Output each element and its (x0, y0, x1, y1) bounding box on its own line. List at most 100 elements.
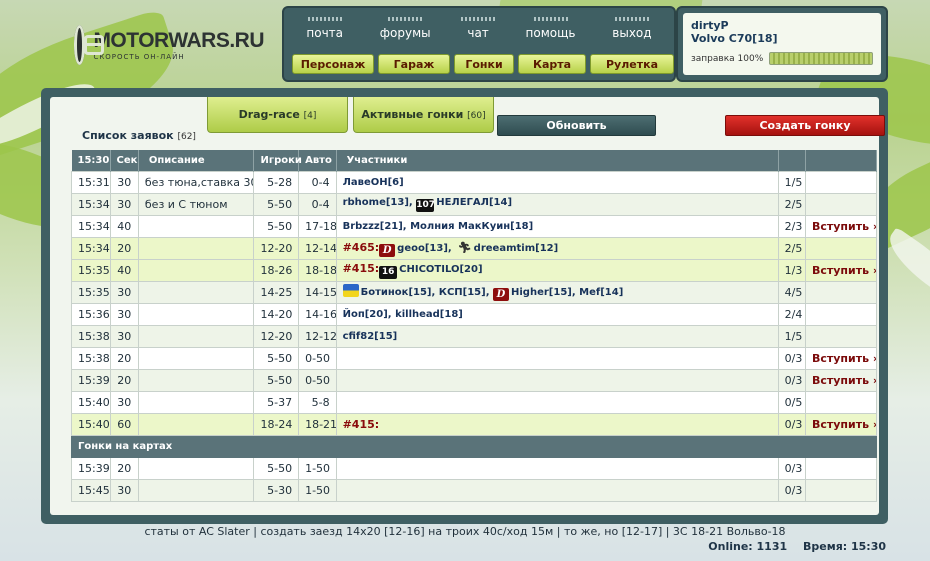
row-participants[interactable]: #465: Dgeoo[13], 🏃︎ dreeamtim[12] (335, 237, 779, 260)
row-time: 15:36 (71, 303, 111, 326)
refresh-button[interactable]: Обновить (497, 115, 656, 136)
participant-names[interactable]: ЛавеОН[6] (343, 177, 404, 188)
participant-names[interactable]: НЕЛЕГАЛ[14] (436, 197, 512, 208)
nav-forums[interactable]: форумы (380, 17, 431, 40)
online-count: Online: 1131 (708, 540, 788, 553)
row-seconds: 30 (109, 325, 139, 348)
row-time: 15:34 (71, 193, 111, 216)
row-time: 15:34 (71, 215, 111, 238)
row-description (137, 259, 255, 282)
user-name[interactable]: dirtyP (691, 19, 873, 32)
nav-help[interactable]: помощь (526, 17, 576, 40)
row-desc (137, 457, 255, 480)
join-link[interactable]: Вступить » (812, 418, 876, 431)
participant-names[interactable]: cfif82[15] (343, 331, 398, 342)
row-players-range: 5-50 (253, 347, 300, 370)
table-row: 15:39 20 5-50 0-50 0/3 Вступить » (71, 369, 878, 392)
join-link[interactable]: Вступить » (812, 374, 876, 387)
row-description (137, 413, 255, 436)
nav-races-button[interactable]: Гонки (454, 54, 514, 74)
section-header-map-races: Гонки на картах (71, 435, 877, 458)
row-auto-range: 0-4 (298, 193, 337, 216)
table-row: 15:39 20 5-50 1-50 0/3 (71, 457, 878, 480)
participant-names[interactable]: rbhome[13], (343, 197, 413, 208)
clan-badge-icon: D (493, 288, 509, 301)
join-link[interactable]: Вступить » (812, 264, 876, 277)
site-logo[interactable]: MOTORWARS.RU скорость он-лайн (74, 22, 264, 68)
nav-map-button[interactable]: Карта (518, 54, 586, 74)
row-players-range: 18-26 (253, 259, 300, 282)
section-title: Гонки на картах (71, 435, 877, 458)
row-join-cell (804, 457, 878, 480)
table-row: 15:34 40 5-50 17-18 Brbzzz[21], Молния МакКу… (71, 215, 878, 238)
nav-chat[interactable]: чат (460, 17, 496, 40)
row-auto-range: 18-18 (298, 259, 337, 282)
participant-names[interactable]: Higher[15], Mef[14] (511, 287, 623, 298)
join-link[interactable]: Вступить » (812, 220, 876, 233)
race-number[interactable]: #415: (343, 262, 380, 275)
race-table: 15:30 Сек Описание Игроки Авто Участники… (71, 150, 878, 502)
row-time: 15:45 (71, 479, 111, 502)
tab-active-races[interactable]: Активные гонки [60] (353, 97, 494, 133)
row-players-range: 12-20 (253, 325, 300, 348)
nav-roulette-button[interactable]: Рулетка (590, 54, 674, 74)
row-join-cell (804, 193, 878, 216)
participant-names[interactable]: Brbzzz[21], Молния МакКуин[18] (343, 221, 534, 232)
participant-names[interactable]: dreeamtim[12] (474, 243, 559, 254)
nav-garage-button[interactable]: Гараж (378, 54, 450, 74)
row-participants[interactable] (335, 369, 779, 392)
row-description (137, 325, 255, 348)
participant-names[interactable]: Ботинок[15], КСП[15], (361, 287, 490, 298)
clan-badge-icon: 16 (379, 266, 398, 279)
row-join-cell: Вступить » (804, 215, 878, 238)
row-time: 15:39 (71, 457, 111, 480)
row-time: 15:35 (71, 281, 111, 304)
row-join-cell (804, 237, 878, 260)
row-join-cell (804, 325, 878, 348)
row-participants[interactable]: #415: (335, 413, 779, 436)
nav-mail[interactable]: почта (306, 17, 343, 40)
row-participants[interactable]: cfif82[15] (335, 325, 779, 348)
row-description: без тюна,ставка 300 (137, 171, 255, 194)
row-count: 1/5 (777, 171, 806, 194)
row-count: 0/5 (777, 391, 806, 414)
row-description (137, 347, 255, 370)
row-participants[interactable] (335, 347, 779, 370)
table-row: 15:45 30 5-30 1-50 0/3 (71, 479, 878, 502)
tab-drag-race[interactable]: Drag-race [4] (207, 97, 348, 133)
row-participants[interactable]: ЛавеОН[6] (335, 171, 779, 194)
table-row: 15:38 30 12-20 12-12 cfif82[15] 1/5 (71, 325, 878, 348)
fuel-bar (769, 52, 873, 65)
row-participants[interactable] (335, 391, 779, 414)
join-link[interactable]: Вступить » (812, 352, 876, 365)
row-description (137, 391, 255, 414)
row-time: 15:35 (71, 259, 111, 282)
row-seconds: 30 (109, 281, 139, 304)
race-number[interactable]: #465: (343, 241, 380, 254)
race-number[interactable]: #415: (343, 418, 380, 431)
row-participants[interactable]: Brbzzz[21], Молния МакКуин[18] (335, 215, 779, 238)
row-seconds: 60 (109, 413, 139, 436)
participant-names[interactable]: geoo[13], (397, 243, 452, 254)
row-participants[interactable]: rbhome[13], 107НЕЛЕГАЛ[14] (335, 193, 779, 216)
row-join-cell (804, 171, 878, 194)
row-description (137, 215, 255, 238)
participant-names[interactable]: Йоп[20], killhead[18] (343, 309, 463, 320)
row-participants[interactable]: Ботинок[15], КСП[15], D Higher[15], Mef[1… (335, 281, 779, 304)
create-race-button[interactable]: Создать гонку (725, 115, 885, 136)
row-join-cell (804, 303, 878, 326)
row-auto-range: 18-21 (298, 413, 337, 436)
row-count: 4/5 (777, 281, 806, 304)
nav-logout[interactable]: выход (612, 17, 652, 40)
participant-names[interactable]: CHICOTILO[20] (399, 264, 482, 275)
row-players-range: 5-50 (253, 215, 300, 238)
row-auto-range: 17-18 (298, 215, 337, 238)
footer-links[interactable]: статы от AC Slater | создать заезд 14х20… (0, 525, 930, 538)
row-participants[interactable]: Йоп[20], killhead[18] (335, 303, 779, 326)
table-row: 15:40 30 5-37 5-8 0/5 (71, 391, 878, 414)
nav-character-button[interactable]: Персонаж (292, 54, 374, 74)
row-join-cell (804, 479, 878, 502)
row-seconds: 30 (109, 391, 139, 414)
row-participants[interactable]: #415: 16 CHICOTILO[20] (335, 259, 779, 282)
row-time: 15:39 (71, 369, 111, 392)
